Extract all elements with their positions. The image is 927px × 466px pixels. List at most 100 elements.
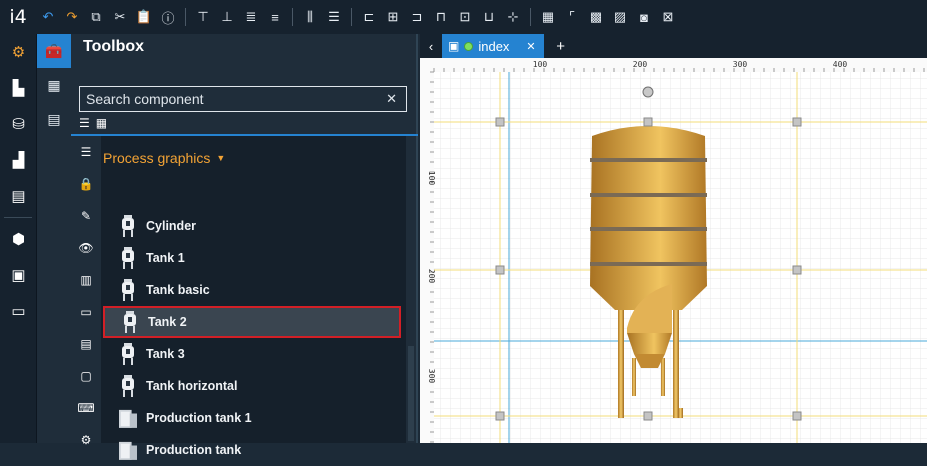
lock-category-icon[interactable]: 🔒 bbox=[71, 168, 101, 200]
settings-gear-icon[interactable]: ⚙ bbox=[0, 34, 37, 70]
align-left-icon[interactable]: ⊏ bbox=[359, 7, 379, 27]
align-center-icon[interactable]: ⊞ bbox=[383, 7, 403, 27]
tab-close-icon[interactable]: ✕ bbox=[526, 40, 535, 53]
tank-component-icon bbox=[119, 215, 137, 237]
ruler-left bbox=[420, 58, 434, 443]
toolbar-separator bbox=[351, 8, 352, 26]
eye-category-icon[interactable]: 👁 bbox=[71, 232, 101, 264]
component-item[interactable]: Production tank bbox=[103, 434, 401, 466]
component-item[interactable]: Tank 2 bbox=[103, 306, 401, 338]
design-canvas[interactable]: 100 200 300 400 100 200 300 bbox=[420, 58, 927, 443]
tank-component-icon bbox=[121, 311, 139, 333]
component-item[interactable]: Tank 3 bbox=[103, 338, 401, 370]
paste-icon[interactable]: 📋 bbox=[134, 7, 154, 27]
component-label: Production tank bbox=[146, 443, 242, 457]
properties-icon[interactable]: ▦ bbox=[37, 68, 71, 102]
top-toolbar: i4 ↶ ↷ ⧉ ✂ 📋 ⓘ ⊤ ⊥ ≣ ≡ ⫼ ☰ ⊏ ⊞ ⊐ ⊓ ⊡ ⊔ ⊹ ▦ ⌜ ▩ ▨ ◙ ⊠ bbox=[0, 0, 927, 34]
server-icon[interactable]: ▤ bbox=[0, 178, 37, 214]
cut-icon[interactable]: ✂ bbox=[110, 7, 130, 27]
list-category-icon[interactable]: ☰ bbox=[71, 136, 101, 168]
lib-category-icon[interactable]: ▥ bbox=[71, 264, 101, 296]
toolbar-separator bbox=[185, 8, 186, 26]
canvas-svg: 100 200 300 400 100 200 300 bbox=[420, 58, 927, 443]
redo-icon[interactable]: ↷ bbox=[62, 7, 82, 27]
tank-component-icon bbox=[119, 343, 137, 365]
chart-icon[interactable]: ▟ bbox=[0, 142, 37, 178]
list-scrollbar[interactable] bbox=[406, 136, 416, 443]
scrollbar-thumb[interactable] bbox=[408, 346, 414, 441]
align-bottom-icon[interactable]: ⊥ bbox=[217, 7, 237, 27]
guide-grid-icon[interactable]: ▨ bbox=[610, 7, 630, 27]
package-icon[interactable]: ⬢ bbox=[0, 221, 37, 257]
toolbox-icon[interactable]: 🧰 bbox=[37, 34, 71, 68]
toolbox-panel: Toolbox ✕ ☰▦ ☰🔒✎👁▥▭▤▢⌨⚙ Process graphics… bbox=[71, 34, 418, 460]
tab-index[interactable]: ▣ index ✕ bbox=[442, 34, 544, 58]
component-item[interactable]: Tank basic bbox=[103, 274, 401, 306]
info-icon[interactable]: ⓘ bbox=[158, 7, 178, 27]
align-bottom-edge-icon[interactable]: ⊔ bbox=[479, 7, 499, 27]
grid-view-icon[interactable]: ▦ bbox=[96, 116, 107, 130]
component-item[interactable]: Production tank 1 bbox=[103, 402, 401, 434]
tab-prev-icon[interactable]: ‹ bbox=[420, 34, 442, 58]
ruler-left-label: 100 bbox=[427, 171, 436, 186]
list-view-icon[interactable]: ☰ bbox=[79, 116, 90, 130]
copy-icon[interactable]: ⧉ bbox=[86, 7, 106, 27]
grid-icon[interactable]: ▦ bbox=[538, 7, 558, 27]
align-top-edge-icon[interactable]: ⊓ bbox=[431, 7, 451, 27]
undo-icon[interactable]: ↶ bbox=[38, 7, 58, 27]
panel-title: Toolbox bbox=[83, 38, 145, 55]
caret-down-icon: ▼ bbox=[216, 153, 226, 163]
page-icon: ▣ bbox=[448, 39, 460, 53]
snap-grid-icon[interactable]: ▩ bbox=[586, 7, 606, 27]
dashboard-icon[interactable]: ▙ bbox=[0, 70, 37, 106]
zoom-fit-icon[interactable]: ⊠ bbox=[658, 7, 678, 27]
main-sidebar: ⚙ ▙ ⛁ ▟ ▤ ⬢ ▣ ▭ bbox=[0, 34, 37, 443]
align-right-icon[interactable]: ⊐ bbox=[407, 7, 427, 27]
ruler-top-label: 200 bbox=[633, 60, 648, 69]
tank-component-icon bbox=[119, 279, 137, 301]
component-list: Process graphics ▼ Cylinder Tank 1 Tank ba… bbox=[101, 136, 406, 460]
monitor-gear-icon[interactable]: ▣ bbox=[0, 257, 37, 293]
component-item[interactable]: Cylinder bbox=[103, 210, 401, 242]
toolbar-separator bbox=[530, 8, 531, 26]
component-item[interactable]: Tank horizontal bbox=[103, 370, 401, 402]
center-icon[interactable]: ⊹ bbox=[503, 7, 523, 27]
production-tank-icon bbox=[119, 407, 137, 429]
input-category-icon[interactable]: ▭ bbox=[71, 296, 101, 328]
align-text-bottom-icon[interactable]: ≡ bbox=[265, 7, 285, 27]
secondary-sidebar: 🧰 ▦ ▤ bbox=[37, 34, 71, 443]
clear-search-icon[interactable]: ✕ bbox=[386, 91, 397, 107]
add-tab-button[interactable]: + bbox=[550, 34, 572, 58]
tank-icon[interactable]: ⛁ bbox=[0, 106, 37, 142]
edit-category-icon[interactable]: ✎ bbox=[71, 200, 101, 232]
component-item[interactable]: Tank 1 bbox=[103, 242, 401, 274]
ruler-top-label: 100 bbox=[533, 60, 548, 69]
group-title: Process graphics bbox=[103, 150, 211, 166]
search-box: ✕ bbox=[79, 86, 407, 112]
document-icon[interactable]: ▤ bbox=[37, 102, 71, 136]
production-tank-icon bbox=[119, 439, 137, 461]
align-middle-icon[interactable]: ⊡ bbox=[455, 7, 475, 27]
keyboard-category-icon[interactable]: ⌨ bbox=[71, 392, 101, 424]
align-text-top-icon[interactable]: ≣ bbox=[241, 7, 261, 27]
sidebar-separator bbox=[4, 217, 32, 218]
table-category-icon[interactable]: ▤ bbox=[71, 328, 101, 360]
tank-component-icon bbox=[119, 375, 137, 397]
ruler-left-label: 200 bbox=[427, 269, 436, 284]
snap-icon[interactable]: ◙ bbox=[634, 7, 654, 27]
toolbar-separator bbox=[292, 8, 293, 26]
component-label: Production tank 1 bbox=[146, 411, 252, 425]
distribute-vertical-icon[interactable]: ☰ bbox=[324, 7, 344, 27]
ruler-top-label: 300 bbox=[733, 60, 748, 69]
window-category-icon[interactable]: ▢ bbox=[71, 360, 101, 392]
ruler-icon[interactable]: ⌜ bbox=[562, 7, 582, 27]
app-logo: i4 bbox=[9, 6, 27, 28]
distribute-horizontal-icon[interactable]: ⫼ bbox=[300, 7, 320, 27]
tab-bar: ‹ ▣ index ✕ + bbox=[420, 34, 927, 58]
group-header-process-graphics[interactable]: Process graphics ▼ bbox=[103, 150, 225, 166]
component-label: Tank 3 bbox=[146, 347, 185, 361]
search-input[interactable] bbox=[86, 91, 376, 107]
align-top-icon[interactable]: ⊤ bbox=[193, 7, 213, 27]
window-icon[interactable]: ▭ bbox=[0, 293, 37, 329]
gears-category-icon[interactable]: ⚙ bbox=[71, 424, 101, 456]
